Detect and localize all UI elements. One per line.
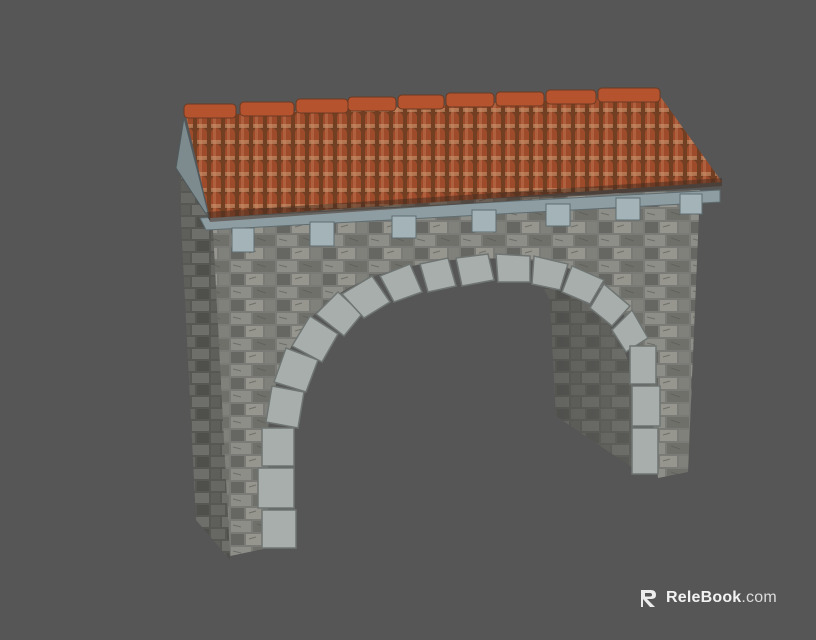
relebook-watermark: ReleBook .com [638, 586, 777, 610]
arch-gateway-model [175, 87, 722, 560]
watermark-text: ReleBook .com [666, 589, 777, 607]
watermark-brand: ReleBook [666, 589, 742, 606]
watermark-domain: .com [741, 589, 777, 606]
relebook-logo-icon [641, 590, 656, 607]
3d-preview-viewport: ReleBook .com [0, 0, 816, 640]
